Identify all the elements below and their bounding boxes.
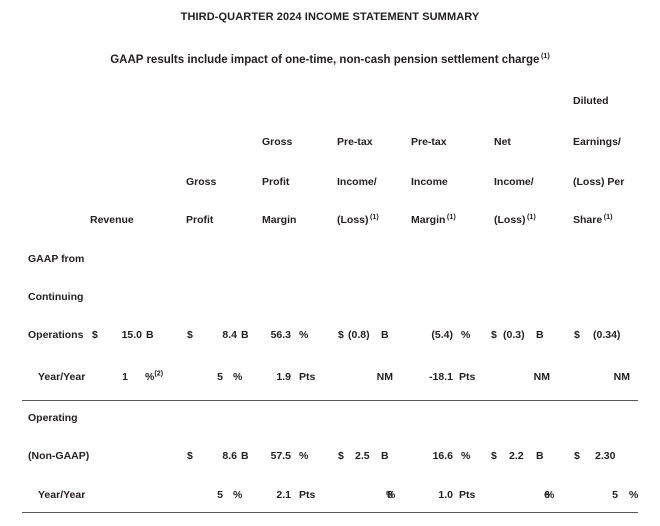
section-divider-bottom — [22, 512, 638, 513]
income-statement-summary-page: THIRD-QUARTER 2024 INCOME STATEMENT SUMM… — [0, 0, 660, 526]
column-header-revenue: Revenue — [90, 214, 134, 226]
cell-non-gaap-net-income-unit: B — [536, 450, 544, 462]
row-label-non-gaap: (Non-GAAP) — [28, 450, 90, 462]
column-header-gross-profit-line-2: Profit — [186, 214, 214, 226]
column-header-net-income-line-1: Net — [494, 136, 511, 148]
cell-gaap-gross-profit-value: 8.4 — [222, 329, 237, 341]
page-subtitle-footnote: (1) — [540, 51, 550, 61]
column-header-pretax-margin-line-1: Pre-tax — [411, 136, 447, 148]
column-header-pretax-margin-text: Margin — [411, 214, 446, 226]
cell-gaap-yoy-gross-margin-value: 1.9 — [276, 371, 291, 383]
cell-gaap-net-income-currency: $ — [491, 329, 497, 341]
cell-non-gaap-net-income-currency: $ — [491, 450, 497, 462]
cell-gaap-yoy-gross-margin-unit: Pts — [299, 371, 316, 383]
cell-non-gaap-yoy-pretax-margin-value: 1.0 — [438, 489, 453, 501]
cell-gaap-gross-margin-unit: % — [299, 329, 309, 341]
cell-gaap-yoy-pretax-income-value: NM — [376, 371, 393, 383]
column-header-gross-profit-line-1: Gross — [186, 176, 217, 188]
cell-gaap-yoy-gross-profit-value: 5 — [217, 371, 223, 383]
cell-gaap-pretax-income-currency: $ — [338, 329, 344, 341]
cell-non-gaap-diluted-eps-value: 2.30 — [595, 450, 616, 462]
column-header-gross-margin-line-1: Gross — [262, 136, 293, 148]
column-header-net-income-line-3: (Loss) (1) — [494, 211, 536, 226]
column-header-diluted-eps-line-4: Share (1) — [573, 211, 613, 226]
column-header-diluted-eps-line-1: Diluted — [573, 95, 609, 107]
cell-gaap-pretax-income-value: (0.8) — [348, 329, 370, 341]
column-header-diluted-eps-line-3: (Loss) Per — [573, 176, 625, 188]
cell-gaap-yoy-revenue-unit: %(2) — [145, 368, 164, 383]
cell-non-gaap-yoy-diluted-eps-unit: % — [629, 489, 639, 501]
cell-non-gaap-yoy-net-income-value: 6 — [544, 489, 550, 501]
cell-gaap-yoy-diluted-eps-value: NM — [613, 371, 630, 383]
cell-non-gaap-pretax-income-currency: $ — [338, 450, 344, 462]
column-header-diluted-eps-line-2: Earnings/ — [573, 136, 621, 148]
column-header-pretax-margin-footnote: (1) — [446, 211, 456, 221]
column-header-net-income-line-2: Income/ — [494, 176, 534, 188]
row-label-operating: Operating — [28, 412, 78, 424]
row-label-gaap-from: GAAP from — [28, 253, 85, 265]
cell-non-gaap-gross-margin-unit: % — [299, 450, 309, 462]
column-header-pretax-income-footnote: (1) — [370, 211, 379, 221]
cell-non-gaap-yoy-gross-margin-value: 2.1 — [276, 489, 291, 501]
column-header-pretax-income-text: (Loss) — [337, 214, 369, 226]
row-label-gaap-continuing: Continuing — [28, 291, 84, 303]
column-header-pretax-income-line-1: Pre-tax — [337, 136, 373, 148]
cell-gaap-revenue-unit: B — [146, 329, 154, 341]
column-header-pretax-income-line-2: Income/ — [337, 176, 377, 188]
cell-non-gaap-yoy-gross-margin-unit: Pts — [299, 489, 316, 501]
cell-gaap-pretax-margin-unit: % — [461, 329, 471, 341]
page-subtitle-text: GAAP results include impact of one-time,… — [110, 54, 540, 66]
cell-gaap-net-income-unit: B — [536, 329, 544, 341]
cell-gaap-diluted-eps-currency: $ — [574, 329, 580, 341]
column-header-pretax-margin-line-3: Margin (1) — [411, 211, 456, 226]
cell-non-gaap-yoy-net-income-unit: % — [545, 489, 555, 501]
column-header-diluted-eps-footnote: (1) — [603, 211, 613, 221]
column-header-gross-margin-line-2: Profit — [262, 176, 290, 188]
section-divider-top — [22, 400, 638, 401]
cell-gaap-net-income-value: (0.3) — [503, 329, 525, 341]
column-header-gross-margin-line-3: Margin — [262, 214, 297, 226]
page-title: THIRD-QUARTER 2024 INCOME STATEMENT SUMM… — [180, 11, 480, 23]
column-header-diluted-eps-text: Share — [573, 214, 603, 226]
column-header-net-income-footnote: (1) — [527, 211, 536, 221]
cell-non-gaap-diluted-eps-currency: $ — [574, 450, 580, 462]
cell-gaap-gross-margin-value: 56.3 — [270, 329, 291, 341]
cell-non-gaap-yoy-pretax-margin-unit: Pts — [459, 489, 476, 501]
cell-gaap-pretax-margin-value: (5.4) — [431, 329, 453, 341]
cell-gaap-yoy-net-income-value: NM — [533, 371, 550, 383]
cell-non-gaap-gross-profit-value: 8.6 — [222, 450, 237, 462]
column-header-pretax-margin-line-2: Income — [411, 176, 448, 188]
cell-gaap-yoy-revenue-unit-text: % — [145, 371, 155, 383]
column-header-net-income-text: (Loss) — [494, 214, 526, 226]
cell-gaap-yoy-pretax-margin-unit: Pts — [459, 371, 476, 383]
cell-gaap-diluted-eps-value: (0.34) — [593, 329, 621, 341]
cell-non-gaap-yoy-gross-profit-value: 5 — [217, 489, 223, 501]
cell-non-gaap-yoy-diluted-eps-value: 5 — [612, 489, 618, 501]
cell-non-gaap-yoy-pretax-income-value: 8 — [387, 489, 393, 501]
cell-non-gaap-net-income-value: 2.2 — [509, 450, 524, 462]
page-subtitle: GAAP results include impact of one-time,… — [0, 51, 660, 66]
column-header-pretax-income-line-3: (Loss) (1) — [337, 211, 379, 226]
cell-gaap-yoy-revenue-footnote: (2) — [154, 368, 164, 378]
cell-gaap-revenue-value: 15.0 — [121, 329, 142, 341]
cell-non-gaap-pretax-margin-value: 16.6 — [432, 450, 453, 462]
row-label-non-gaap-year-over-year: Year/Year — [38, 489, 86, 501]
cell-gaap-yoy-pretax-margin-value: -18.1 — [429, 371, 453, 383]
cell-non-gaap-pretax-income-value: 2.5 — [355, 450, 370, 462]
cell-non-gaap-pretax-margin-unit: % — [461, 450, 471, 462]
cell-gaap-yoy-revenue-value: 1 — [122, 371, 128, 383]
cell-non-gaap-gross-margin-value: 57.5 — [270, 450, 291, 462]
